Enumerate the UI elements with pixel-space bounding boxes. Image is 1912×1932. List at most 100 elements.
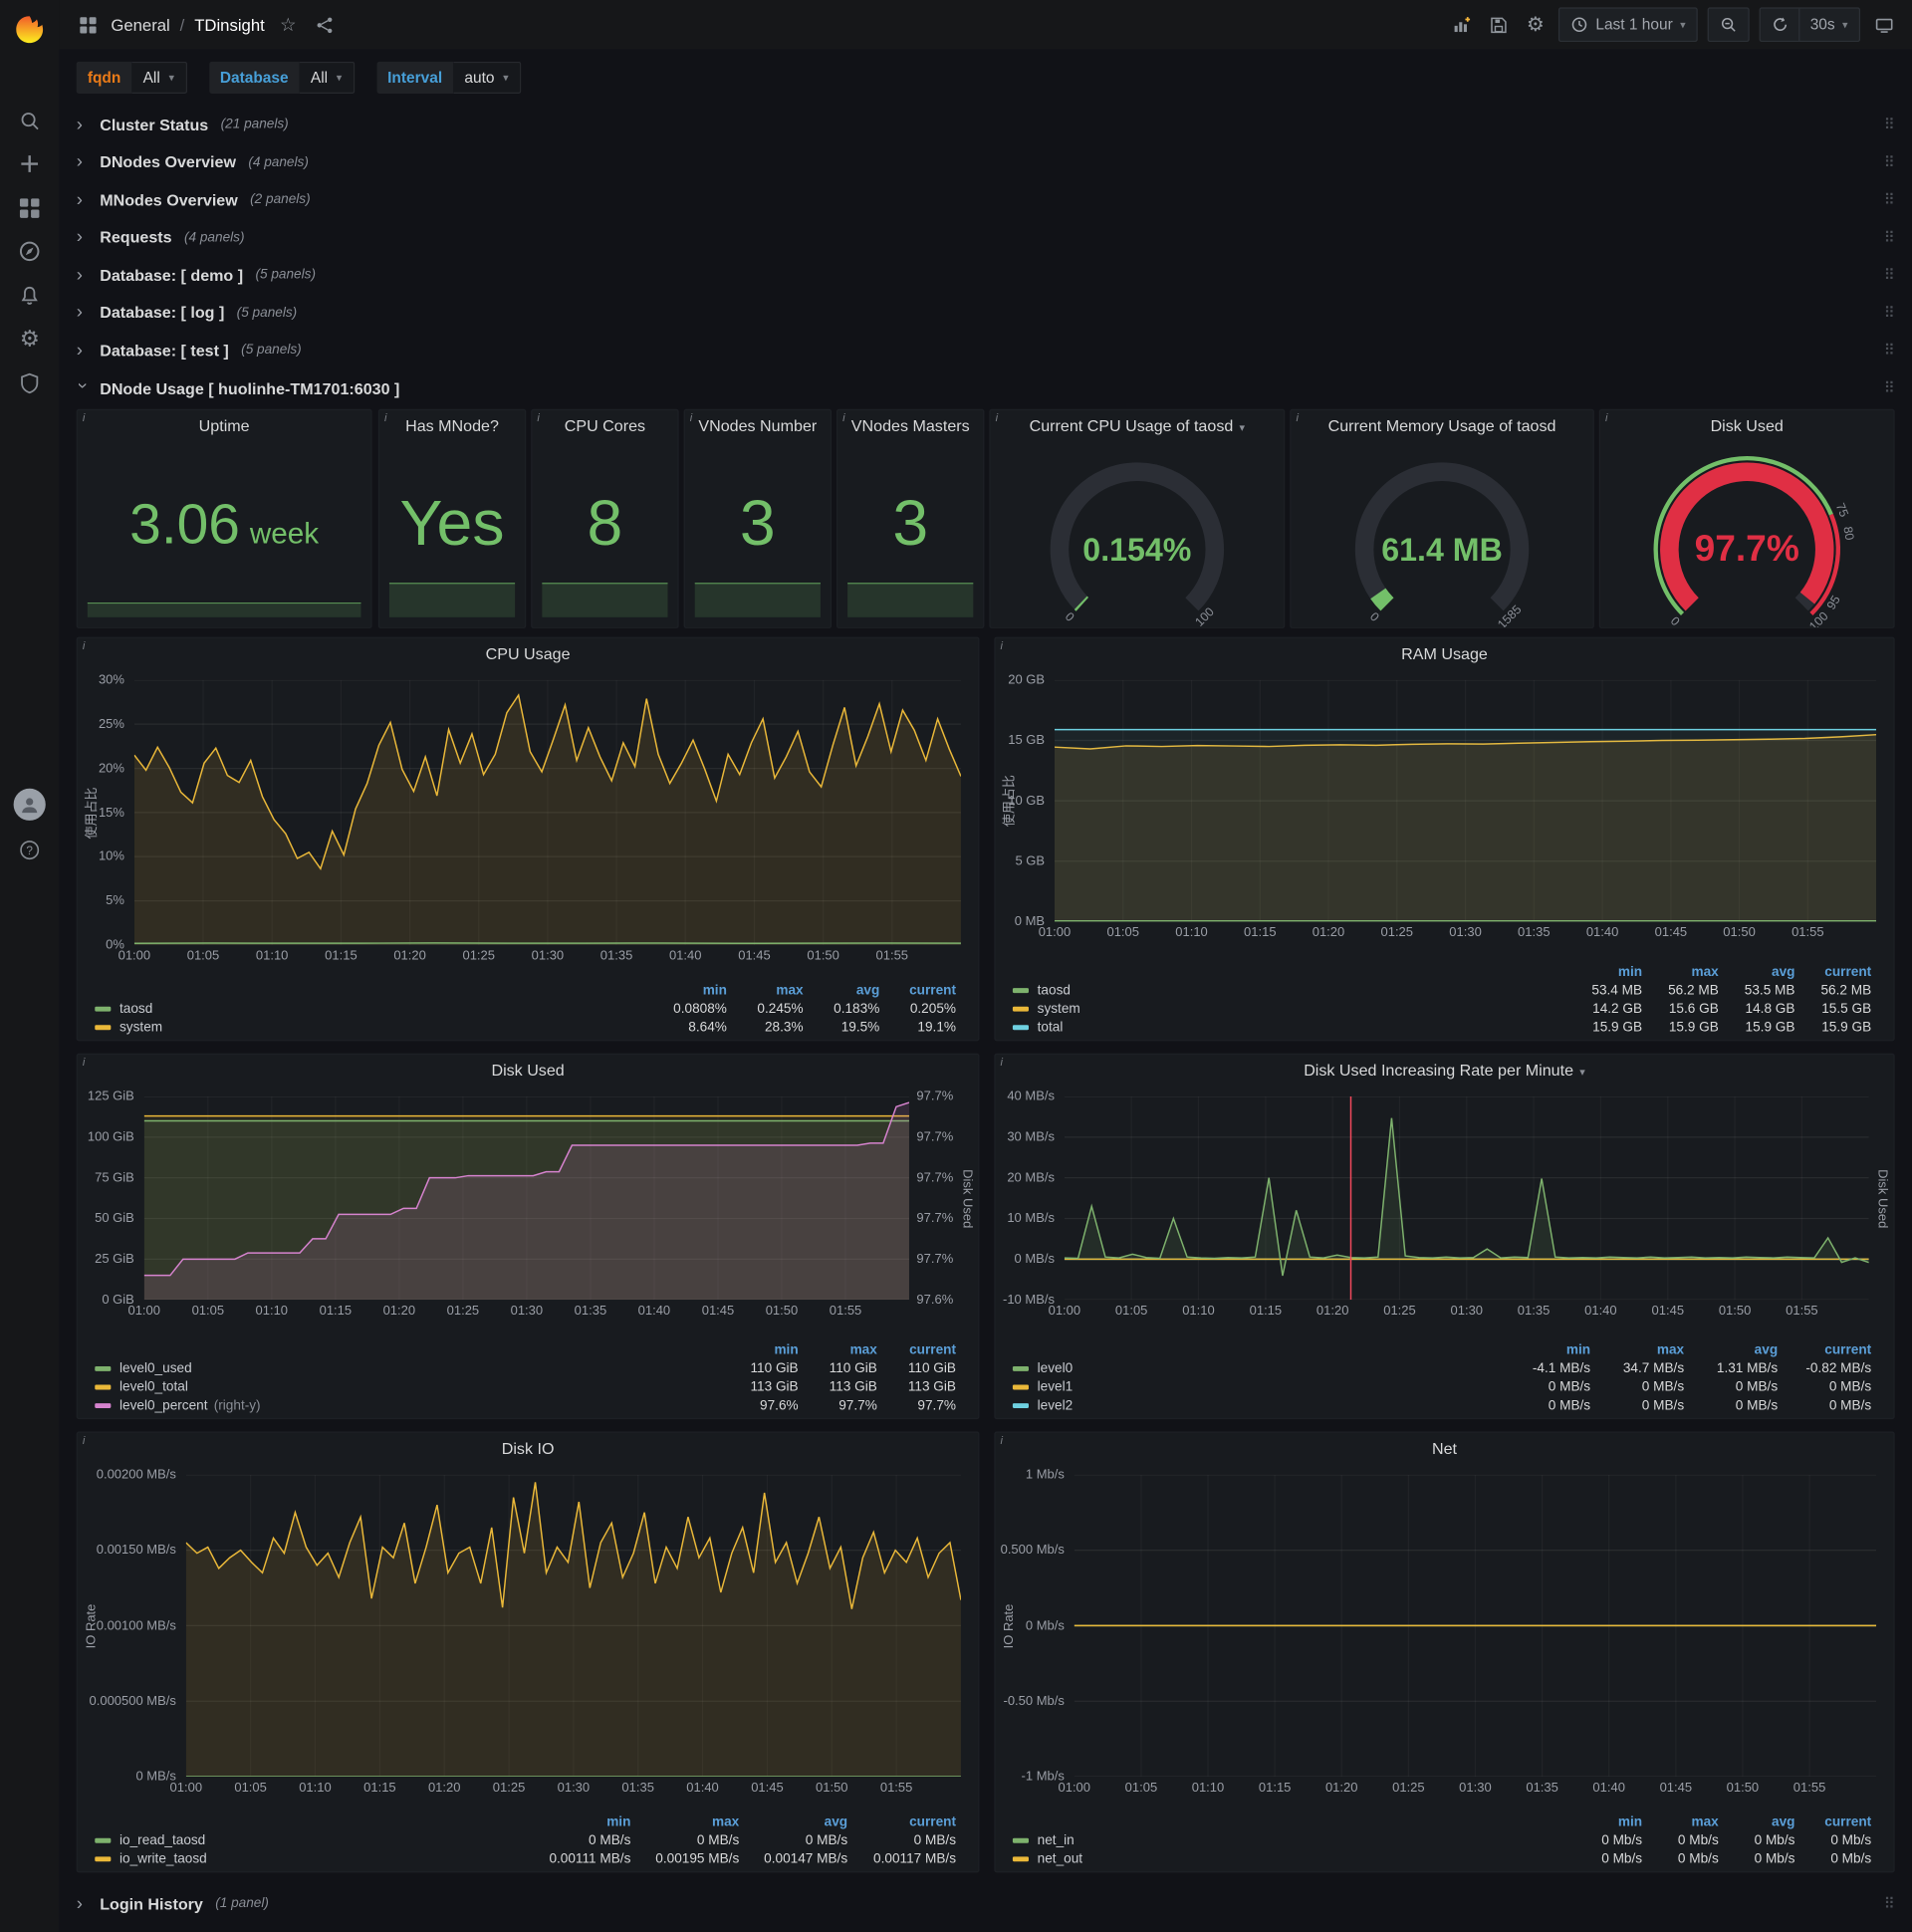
ram-usage-chart[interactable]: 20 GB 15 GB 10 GB 5 GB 0 MB 01:00 01:05 01:10 01… [996,670,1894,1040]
info-icon[interactable]: i [996,1055,1015,1074]
info-icon[interactable]: i [996,1433,1015,1452]
panel-title[interactable]: CPU Usage [78,638,978,670]
chart-canvas[interactable] [1064,1096,1869,1301]
drag-handle-icon[interactable]: ⠿ [1884,228,1895,245]
variable-label[interactable]: Database [208,61,300,95]
share-icon[interactable] [312,11,339,38]
drag-handle-icon[interactable]: ⠿ [1884,342,1895,359]
chart-canvas[interactable] [1054,679,1877,922]
legend-header[interactable]: current [884,982,961,999]
legend-series[interactable]: net_in [1008,1830,1570,1849]
search-icon[interactable] [0,104,59,138]
save-dashboard-icon[interactable] [1485,11,1512,38]
legend-header[interactable]: avg [1724,1813,1800,1830]
panel-title[interactable]: Current CPU Usage of taosd ▾ [991,410,1284,442]
info-icon[interactable]: i [78,1433,97,1452]
dashboard-title[interactable]: TDinsight [194,15,265,34]
breadcrumb-section[interactable]: General [111,15,169,34]
time-range-picker[interactable]: Last 1 hour ▾ [1558,7,1699,43]
drag-handle-icon[interactable]: ⠿ [1884,266,1895,283]
chart-canvas[interactable] [185,1474,961,1777]
legend-series[interactable]: taosd [1008,981,1570,1000]
legend-header[interactable]: min [527,1813,635,1830]
legend-header[interactable]: min [655,982,732,999]
legend-header[interactable]: current [852,1813,961,1830]
dashboard-row[interactable]: › MNodes Overview (2 panels) ⠿ [77,183,1895,215]
legend-series[interactable]: level2 [1008,1396,1502,1415]
info-icon[interactable]: i [685,410,704,429]
info-icon[interactable]: i [379,410,398,429]
panel-title[interactable]: Has MNode? [379,410,525,442]
panel-title[interactable]: Net [996,1433,1894,1465]
help-icon[interactable]: ? [0,833,59,867]
legend-series[interactable]: taosd [90,999,655,1018]
panel-title[interactable]: Disk Used Increasing Rate per Minute ▾ [996,1055,1894,1087]
legend-series[interactable]: io_read_taosd [90,1830,527,1849]
legend-header[interactable]: avg [809,982,885,999]
legend-series[interactable]: net_out [1008,1849,1570,1868]
grafana-logo[interactable] [0,10,59,50]
disk-rate-chart[interactable]: 40 MB/s 30 MB/s 20 MB/s 10 MB/s 0 MB/s -10 MB… [996,1087,1894,1418]
legend-series[interactable]: level0 [1008,1359,1502,1378]
dashboard-row[interactable]: › Database: [ test ] (5 panels) ⠿ [77,334,1895,365]
drag-handle-icon[interactable]: ⠿ [1884,153,1895,170]
configuration-gear-icon[interactable]: ⚙ [0,322,59,357]
avatar[interactable] [0,788,59,823]
legend-series[interactable]: level0_used [90,1359,724,1378]
panel-title[interactable]: Uptime [78,410,370,442]
legend-header[interactable]: avg [1689,1341,1783,1358]
info-icon[interactable]: i [78,1055,97,1074]
row-dnode-usage[interactable]: › DNode Usage [ huolinhe-TM1701:6030 ] ⠿ [72,372,1895,404]
legend-header[interactable]: max [635,1813,744,1830]
panel-title[interactable]: Disk Used [1600,410,1893,442]
explore-icon[interactable] [0,234,59,269]
panel-title[interactable]: VNodes Number [685,410,831,442]
disk-io-chart[interactable]: 0.00200 MB/s 0.00150 MB/s 0.00100 MB/s 0.00… [78,1465,978,1871]
cycle-view-tv-icon[interactable] [1870,11,1897,38]
legend-header[interactable]: avg [744,1813,852,1830]
legend-header[interactable]: max [1647,1813,1724,1830]
variable-value-dropdown[interactable]: All ▾ [131,61,187,95]
panel-title[interactable]: CPU Cores [532,410,677,442]
legend-series[interactable]: level0_total [90,1377,724,1396]
legend-header[interactable]: min [1502,1341,1595,1358]
legend-series[interactable]: total [1008,1018,1570,1037]
panel-title[interactable]: VNodes Masters [837,410,983,442]
info-icon[interactable]: i [532,410,551,429]
legend-header[interactable]: min [724,1341,803,1358]
drag-handle-icon[interactable]: ⠿ [1884,191,1895,208]
legend-header[interactable]: max [804,1341,882,1358]
chart-canvas[interactable] [143,1096,909,1301]
row-login-history[interactable]: › Login History (1 panel) ⠿ [77,1887,1895,1919]
legend-series[interactable]: system [1008,999,1570,1018]
legend-header[interactable]: min [1570,1813,1647,1830]
net-chart[interactable]: 1 Mb/s 0.500 Mb/s 0 Mb/s -0.50 Mb/s -1 Mb/s 0… [996,1465,1894,1871]
legend-header[interactable]: avg [1724,963,1800,980]
info-icon[interactable]: i [78,638,97,657]
panel-title[interactable]: Disk Used [78,1055,978,1087]
drag-handle-icon[interactable]: ⠿ [1884,116,1895,132]
legend-header[interactable]: current [1783,1341,1876,1358]
variable-label[interactable]: Interval [375,61,454,95]
legend-header[interactable]: current [882,1341,961,1358]
add-panel-icon[interactable] [1448,11,1475,38]
dashboard-row[interactable]: › Requests (4 panels) ⠿ [77,221,1895,253]
info-icon[interactable]: i [1600,410,1619,429]
panel-title[interactable]: RAM Usage [996,638,1894,670]
dashboard-settings-gear-icon[interactable]: ⚙ [1522,11,1549,38]
chart-canvas[interactable] [1074,1474,1877,1777]
variable-label[interactable]: fqdn [76,61,132,95]
legend-header[interactable]: max [732,982,809,999]
info-icon[interactable]: i [78,410,97,429]
server-admin-shield-icon[interactable] [0,365,59,400]
chart-canvas[interactable] [133,679,961,945]
info-icon[interactable]: i [837,410,856,429]
drag-handle-icon[interactable]: ⠿ [1884,1895,1895,1912]
variable-value-dropdown[interactable]: All ▾ [299,61,355,95]
dashboard-row[interactable]: › Database: [ log ] (5 panels) ⠿ [77,297,1895,329]
legend-header[interactable]: current [1799,963,1876,980]
create-icon[interactable] [0,146,59,181]
legend-header[interactable]: min [1570,963,1647,980]
cpu-usage-chart[interactable]: 30% 25% 20% 15% 10% 5% 0% 01:00 01:05 01:10 01:15 0… [78,670,978,1040]
alerting-icon[interactable] [0,279,59,314]
